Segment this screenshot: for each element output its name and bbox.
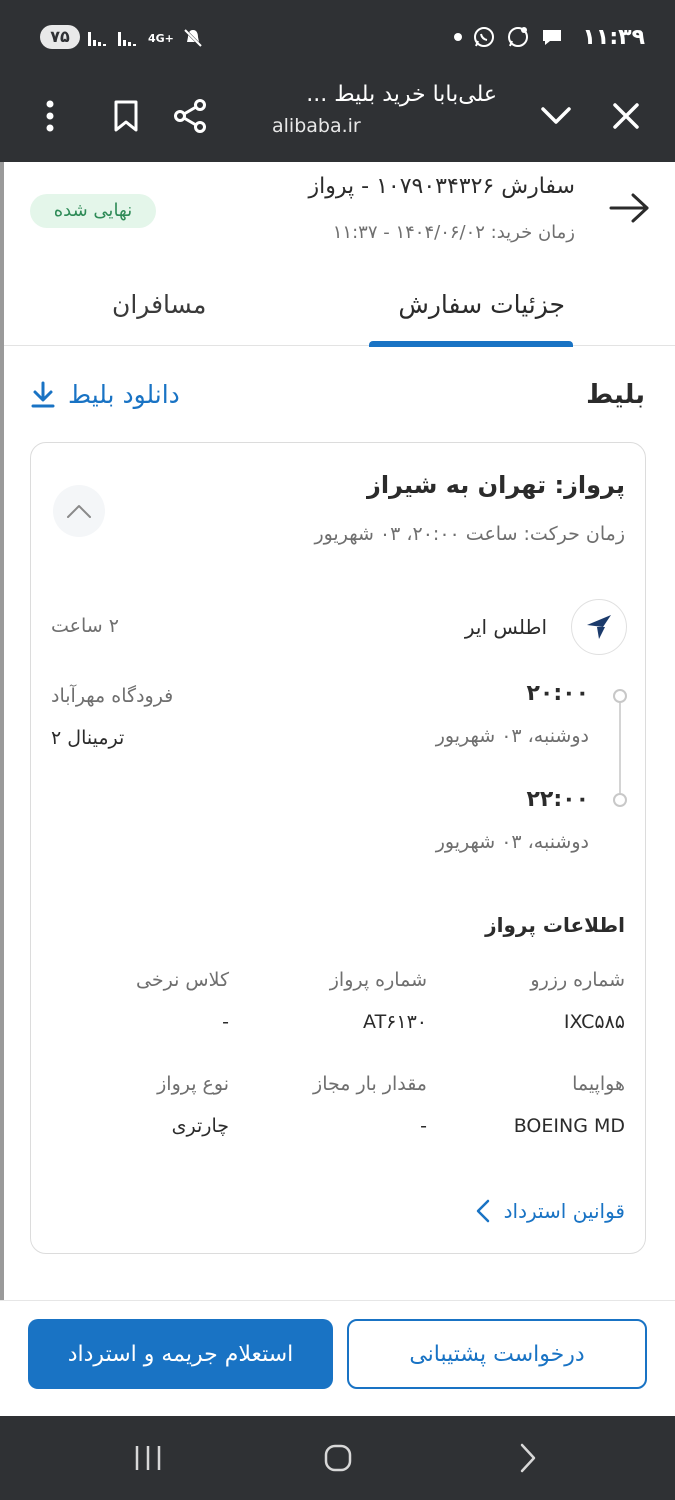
info-baggage-allowance: مقدار بار مجاز -: [227, 1073, 427, 1137]
info-label: کلاس نرخی: [136, 969, 229, 991]
info-value: BOEING MD: [513, 1115, 625, 1137]
download-ticket-link[interactable]: دانلود بلیط: [30, 380, 180, 409]
purchase-time: زمان خرید: ۱۴۰۴/۰۶/۰۲ - ۱۱:۳۷: [332, 222, 575, 243]
chevron-down-icon: [541, 107, 571, 124]
airline-logo: [571, 599, 627, 655]
info-aircraft: هواپیما BOEING MD: [425, 1073, 625, 1137]
battery-indicator: ۷۵: [40, 25, 80, 49]
network-type-label: 4G+: [148, 31, 174, 45]
mute-icon: [183, 28, 202, 48]
info-label: مقدار بار مجاز: [313, 1073, 427, 1095]
info-value: -: [420, 1115, 427, 1137]
departure-date: دوشنبه، ۰۳ شهریور: [435, 725, 589, 747]
close-button[interactable]: [602, 92, 650, 140]
info-label: شماره رزرو: [530, 969, 625, 991]
info-flight-number: شماره پرواز AT۶۱۳۰: [227, 969, 427, 1033]
chevron-left-icon: [476, 1199, 489, 1223]
browser-page-title: علی‌بابا خرید بلیط ...: [306, 82, 497, 107]
tab-passengers[interactable]: مسافران: [112, 290, 206, 319]
more-options-button[interactable]: [26, 92, 74, 140]
ticket-section-title: بلیط: [586, 380, 645, 410]
download-icon: [31, 381, 55, 407]
share-button[interactable]: [166, 92, 214, 140]
browser-toolbar: علی‌بابا خرید بلیط ... alibaba.ir: [0, 74, 675, 162]
share-icon: [174, 99, 206, 133]
expand-button[interactable]: [532, 92, 580, 140]
departure-summary: زمان حرکت: ساعت ۲۰:۰۰، ۰۳ شهریور: [314, 523, 625, 545]
tab-order-details[interactable]: جزئیات سفارش: [398, 290, 565, 319]
departure-airport: فرودگاه مهرآباد: [51, 685, 174, 707]
system-nav-bar: [0, 1416, 675, 1500]
flight-duration: ۲ ساعت: [51, 615, 119, 637]
collapse-button[interactable]: [53, 485, 105, 537]
support-request-button[interactable]: درخواست پشتیبانی: [347, 1319, 647, 1389]
signal-icon: [88, 32, 106, 46]
whatsapp-icon: [474, 27, 495, 47]
status-icons-right: ۱۱:۳۹: [454, 22, 645, 52]
departure-dot-icon: [613, 689, 627, 703]
recent-apps-icon: [135, 1446, 161, 1470]
info-value: -: [222, 1011, 229, 1033]
ticket-section-header: بلیط دانلود بلیط: [4, 372, 675, 422]
refund-rules-link[interactable]: قوانین استرداد: [476, 1199, 625, 1223]
back-nav-button[interactable]: [504, 1436, 552, 1480]
tab-bar: جزئیات سفارش مسافران: [4, 272, 675, 347]
home-button[interactable]: [314, 1436, 362, 1480]
airline-name: اطلس ایر: [464, 615, 547, 639]
status-icons-left: 4G+: [88, 24, 204, 52]
back-button[interactable]: [605, 190, 653, 226]
clock: ۱۱:۳۹: [582, 24, 645, 50]
info-fare-class: کلاس نرخی -: [29, 969, 229, 1033]
refund-rules-label: قوانین استرداد: [503, 1199, 625, 1223]
order-header: سفارش ۱۰۷۹۰۳۴۳۲۶ - پرواز زمان خرید: ۱۴۰۴…: [4, 162, 675, 262]
status-bar: ۷۵ 4G+ ۱۱:۳۹: [0, 0, 675, 74]
arrival-date: دوشنبه، ۰۳ شهریور: [435, 831, 589, 853]
bookmark-button[interactable]: [102, 92, 150, 140]
chevron-right-icon: [520, 1443, 536, 1473]
more-vertical-icon: [46, 100, 54, 132]
info-label: شماره پرواز: [329, 969, 427, 991]
ticket-card: پرواز: تهران به شیراز زمان حرکت: ساعت ۲۰…: [30, 442, 646, 1254]
recent-apps-button[interactable]: [124, 1436, 172, 1480]
download-ticket-label: دانلود بلیط: [68, 380, 180, 409]
whatsapp-business-icon: [508, 27, 529, 47]
browser-url: alibaba.ir: [272, 115, 361, 137]
info-label: نوع پرواز: [157, 1073, 229, 1095]
arrival-time: ۲۲:۰۰: [526, 787, 589, 812]
home-icon: [324, 1444, 352, 1472]
flight-info-title: اطلاعات پرواز: [485, 913, 625, 937]
notification-dot-icon: [454, 33, 463, 41]
chevron-up-icon: [67, 505, 91, 518]
info-label: هواپیما: [572, 1073, 625, 1095]
flight-route-title: پرواز: تهران به شیراز: [367, 471, 625, 499]
bottom-action-bar: درخواست پشتیبانی استعلام جریمه و استرداد: [0, 1300, 675, 1416]
refund-inquiry-button[interactable]: استعلام جریمه و استرداد: [28, 1319, 333, 1389]
arrival-dot-icon: [613, 793, 627, 807]
page-content: سفارش ۱۰۷۹۰۳۴۳۲۶ - پرواز زمان خرید: ۱۴۰۴…: [0, 162, 675, 1302]
active-tab-indicator: [369, 341, 573, 347]
bookmark-icon: [114, 100, 138, 132]
order-title: سفارش ۱۰۷۹۰۳۴۳۲۶ - پرواز: [308, 174, 575, 199]
timeline-line: [619, 703, 621, 799]
info-value: چارتری: [171, 1115, 229, 1137]
message-icon: [543, 30, 562, 45]
info-value: AT۶۱۳۰: [363, 1011, 427, 1033]
info-booking-number: شماره رزرو IXC۵۸۵: [425, 969, 625, 1033]
status-badge: نهایی شده: [30, 194, 156, 228]
arrow-right-icon: [609, 193, 649, 223]
info-flight-type: نوع پرواز چارتری: [29, 1073, 229, 1137]
departure-terminal: ترمینال ۲: [51, 727, 125, 749]
page-title-area[interactable]: علی‌بابا خرید بلیط ... alibaba.ir: [272, 82, 497, 137]
signal-icon: [118, 32, 136, 46]
atlas-air-logo-icon: [587, 615, 611, 639]
departure-time: ۲۰:۰۰: [526, 681, 589, 706]
close-icon: [613, 103, 639, 129]
info-value: IXC۵۸۵: [563, 1011, 625, 1033]
